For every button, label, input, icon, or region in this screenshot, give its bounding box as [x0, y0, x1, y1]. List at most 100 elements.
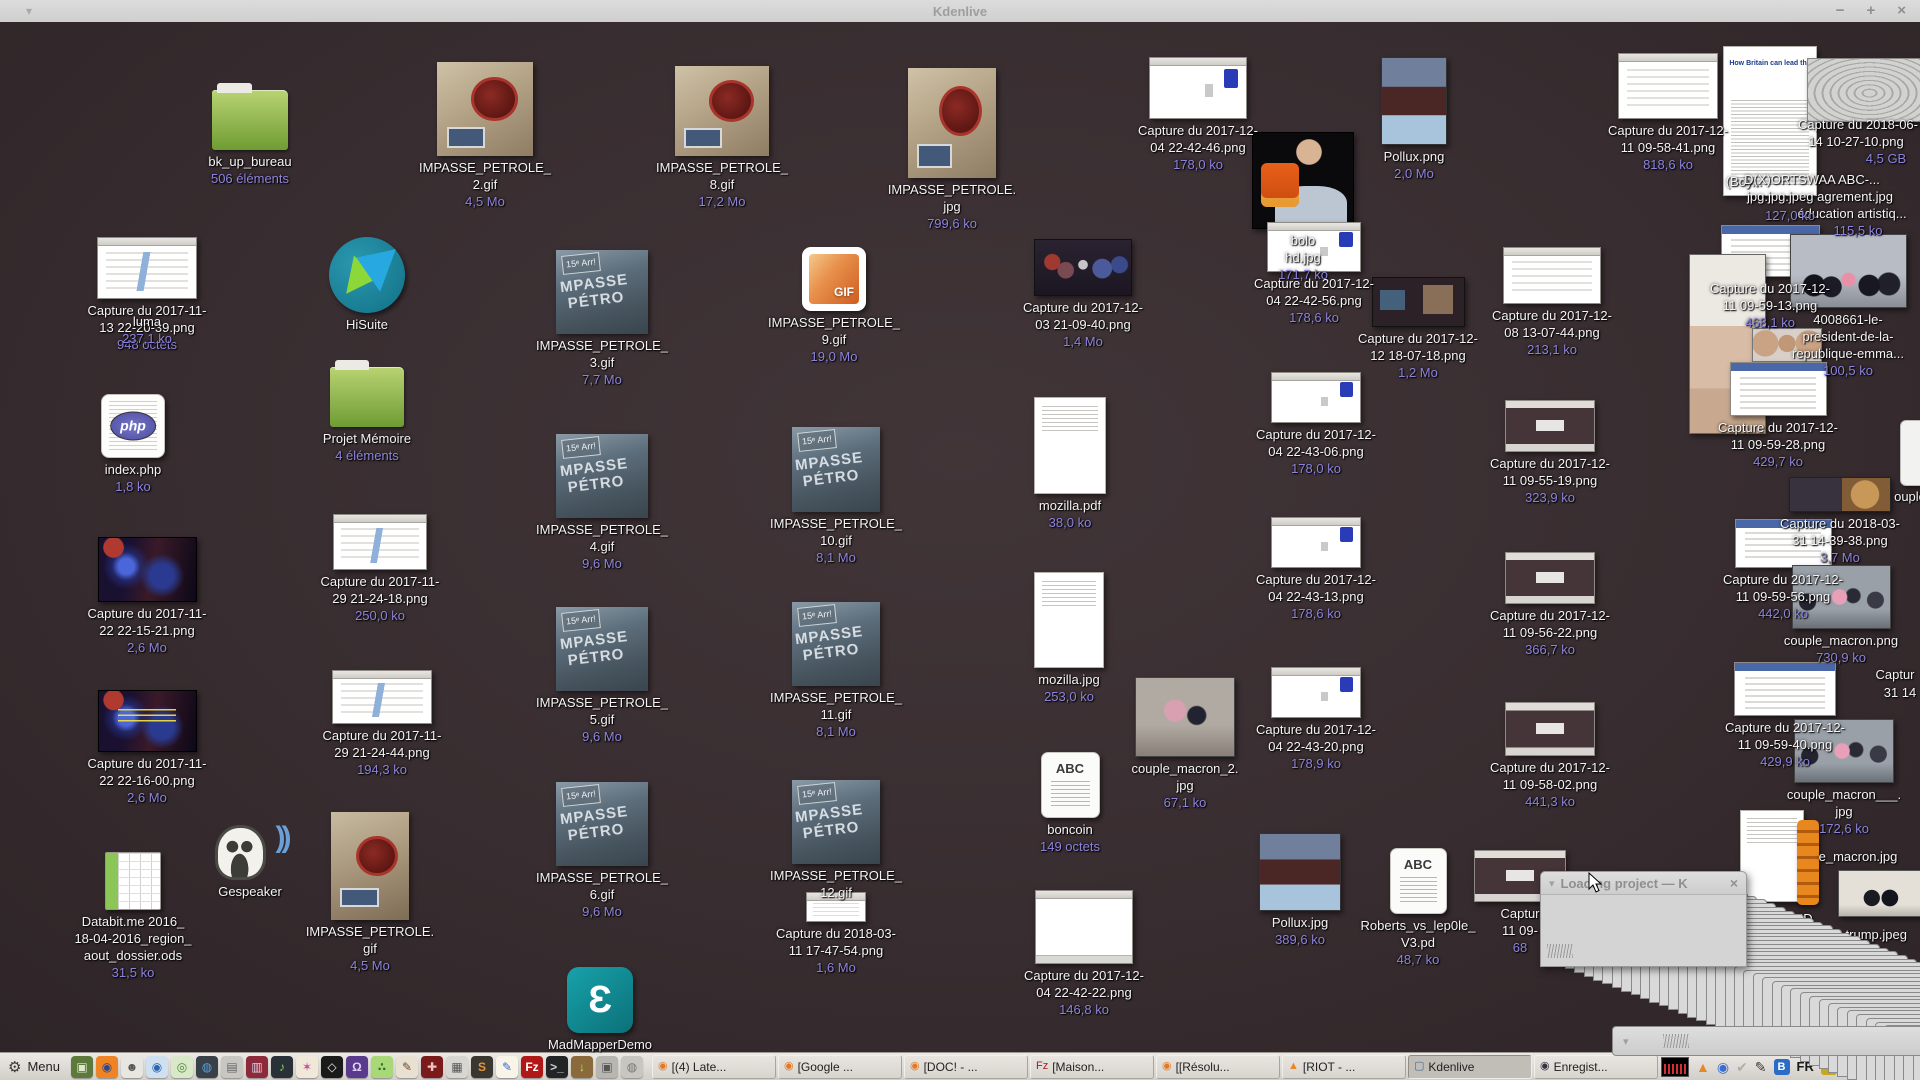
launcher-molecule-icon[interactable]: ∴ [371, 1056, 393, 1078]
desktop-icon-capture-2018-03-31-14-39-38[interactable]: Capture du 2018-03-31 14-39-38.png3,7 Mo [1765, 477, 1915, 566]
launcher-package-icon[interactable]: ↓ [571, 1056, 593, 1078]
impasse-petrole-gif-label: gif [295, 940, 445, 957]
update-check-icon[interactable]: ✔ [1736, 1060, 1748, 1074]
launcher-sublime-text-icon[interactable]: S [471, 1056, 493, 1078]
launcher-spiral-icon[interactable]: ◎ [171, 1056, 193, 1078]
shade-icon[interactable]: ▾ [26, 4, 32, 18]
desktop-icon-impasse-petrole-jpg[interactable]: IMPASSE_PETROLE.jpg799,6 ko [877, 68, 1027, 232]
desktop-icon-luma[interactable]: luma237,1 ko [72, 313, 222, 347]
launcher-music-icon[interactable]: ♪ [271, 1056, 293, 1078]
vlc-tray-icon[interactable]: ▲ [1696, 1060, 1710, 1074]
desktop-icon-mozilla-jpg[interactable]: mozilla.jpg253,0 ko [994, 572, 1144, 705]
menu-button[interactable]: ⚙ Menu [4, 1055, 68, 1078]
desktop-icon-index-php[interactable]: index.php1,8 ko [58, 394, 208, 495]
desktop-icon-macron-trump-jpeg[interactable] [1805, 870, 1920, 920]
impasse-petrole-8-gif-label: 8.gif [647, 176, 797, 193]
impasse-petrole-12-gif-label: 12.gif [761, 884, 911, 901]
taskbar-window-riot[interactable]: ▲[RIOT - ... [1282, 1055, 1406, 1079]
databit-ods-size: 31,5 ko [58, 964, 208, 981]
desktop-icon-capture-2018-03-11-17-47-54[interactable]: Capture du 2018-03-11 17-47-54.png1,6 Mo [761, 892, 911, 976]
launcher-filezilla-icon[interactable]: Fz [521, 1056, 543, 1078]
desktop-icon-impasse-petrole-12-gif[interactable]: IMPASSE_PETROLE_12.gif [761, 780, 911, 901]
launcher-colors-icon[interactable]: ✶ [296, 1056, 318, 1078]
desktop-icon-arena-image[interactable] [1789, 58, 1920, 125]
desktop-icon-capture-2017-12-04-22-43-13[interactable]: Capture du 2017-12-04 22-43-13.png178,6 … [1241, 517, 1391, 622]
taskbar-window-kdenlive[interactable]: ▢Kdenlive [1408, 1055, 1532, 1079]
hisuite-thumbnail [329, 237, 405, 313]
collapsed-dialog-shade-icon[interactable]: ▾ [1623, 1035, 1629, 1048]
dialog-shade-icon[interactable]: ▾ [1549, 877, 1555, 890]
luma-label: luma [72, 313, 222, 330]
launcher-globe2-icon[interactable]: ◍ [621, 1056, 643, 1078]
tablet-pen-icon[interactable]: ✎ [1755, 1060, 1767, 1074]
desktop-icon-capture-2017-12-11-09-59-40[interactable]: Capture du 2017-12-11 09-59-40.png429,9 … [1710, 662, 1860, 770]
desktop-icon-impasse-petrole-10-gif[interactable]: IMPASSE_PETROLE_10.gif8,1 Mo [761, 427, 911, 566]
maximize-button[interactable]: + [1866, 0, 1875, 22]
taskbar-window-doc[interactable]: ◉[DOC! - ... [904, 1055, 1028, 1079]
desktop-icon-bk-up-bureau[interactable]: bk_up_bureau506 éléments [175, 90, 325, 187]
dialog-close-button[interactable]: × [1730, 875, 1738, 891]
desktop-icon-impasse-petrole-11-gif[interactable]: IMPASSE_PETROLE_11.gif8,1 Mo [761, 602, 911, 740]
desktop-icon-impasse-petrole-6-gif[interactable]: IMPASSE_PETROLE_6.gif9,6 Mo [527, 782, 677, 920]
dialog-titlebar[interactable]: ▾ Loading project — K × [1541, 872, 1746, 895]
desktop-icon-capture-2017-11-29-21-24-44[interactable]: Capture du 2017-11-29 21-24-44.png194,3 … [307, 670, 457, 778]
launcher-terminal-icon[interactable]: >_ [546, 1056, 568, 1078]
desktop-icon-capture-2017-12-04-22-43-20[interactable]: Capture du 2017-12-04 22-43-20.png178,9 … [1241, 667, 1391, 772]
launcher-show-desktop-icon[interactable]: ▣ [71, 1056, 93, 1078]
desktop-icon-capture-2017-11-29-21-24-18[interactable]: Capture du 2017-11-29 21-24-18.png250,0 … [305, 514, 455, 624]
shield-icon[interactable]: ◉ [1717, 1060, 1729, 1074]
desktop-area[interactable]: ▾ Loading project — K × ▾ bk_up_bureau50… [0, 22, 1920, 1053]
launcher-stylus-icon[interactable]: ✎ [396, 1056, 418, 1078]
desktop-icon-projet-memoire[interactable]: Projet Mémoire4 éléments [292, 367, 442, 464]
desktop-icon-impasse-petrole-5-gif[interactable]: IMPASSE_PETROLE_5.gif9,6 Mo [527, 607, 677, 745]
taskbar-window-maison[interactable]: Fz[Maison... [1030, 1055, 1154, 1079]
launcher-archive-icon[interactable]: ▣ [596, 1056, 618, 1078]
minimize-button[interactable]: − [1836, 0, 1845, 22]
taskbar-window-enregist[interactable]: ◉Enregist... [1534, 1055, 1658, 1079]
desktop-icon-pollux-png[interactable]: Pollux.png2,0 Mo [1339, 57, 1489, 182]
desktop-icon-impasse-petrole-4-gif[interactable]: IMPASSE_PETROLE_4.gif9,6 Mo [527, 434, 677, 572]
launcher-drive-icon[interactable]: ▤ [221, 1056, 243, 1078]
desktop-icon-madmapper-demo[interactable]: MadMapperDemo [525, 967, 675, 1053]
launcher-eye-icon[interactable]: ◉ [146, 1056, 168, 1078]
desktop-icon-capture-2017-12-04-22-42-46[interactable]: Capture du 2017-12-04 22-42-46.png178,0 … [1123, 57, 1273, 173]
desktop-icon-capture-2017-11-22-22-15-21[interactable]: Capture du 2017-11-22 22-15-21.png2,6 Mo [72, 537, 222, 656]
collapsed-dialog-bar[interactable]: ▾ [1612, 1026, 1920, 1056]
close-button[interactable]: × [1897, 0, 1906, 22]
launcher-unity-icon[interactable]: ◇ [321, 1056, 343, 1078]
desktop-icon-capture-2017-11-22-22-16-00[interactable]: Capture du 2017-11-22 22-16-00.png2,6 Mo [72, 690, 222, 806]
desktop-icon-impasse-petrole-8-gif[interactable]: IMPASSE_PETROLE_8.gif17,2 Mo [647, 66, 797, 210]
desktop-icon-capture-2017-12-03-21-09-40[interactable]: Capture du 2017-12-03 21-09-40.png1,4 Mo [1008, 239, 1158, 350]
desktop-icon-impasse-petrole-9-gif[interactable]: IMPASSE_PETROLE_9.gif19,0 Mo [759, 247, 909, 365]
capture-2018-03-11-17-47-54-label: Capture du 2018-03- [761, 925, 911, 942]
capture-2017-12-11-09-59-56-size: 442,0 ko [1708, 605, 1858, 622]
capture-2017-12-11-09-56-22-size: 366,7 ko [1475, 641, 1625, 658]
launcher-gespeaker-icon[interactable]: ☻ [121, 1056, 143, 1078]
impasse-petrole-3-gif-label: 3.gif [527, 354, 677, 371]
launcher-firefox-icon[interactable]: ◉ [96, 1056, 118, 1078]
desktop-icon-capture-2017-12-08-13-07-44[interactable]: Capture du 2017-12-08 13-07-44.png213,1 … [1477, 247, 1627, 358]
desktop-icon-mozilla-pdf[interactable]: mozilla.pdf38,0 ko [995, 397, 1145, 531]
capture-2017-11-13-22-20-39-thumbnail [97, 237, 197, 299]
launcher-web-globe-icon[interactable]: ◍ [196, 1056, 218, 1078]
desktop-icon-capture-2017-12-04-22-42-22[interactable]: Capture du 2017-12-04 22-42-22.png146,8 … [1009, 890, 1159, 1018]
desktop-icon-capture-2017-12-11-09-55-19[interactable]: Capture du 2017-12-11 09-55-19.png323,9 … [1475, 400, 1625, 506]
taskbar-window-4late[interactable]: ◉[(4) Late... [652, 1055, 776, 1079]
loading-project-dialog[interactable]: ▾ Loading project — K × [1540, 871, 1747, 967]
bolo-hd-jpg-label: hd.jpg [1228, 249, 1378, 266]
launcher-audio-headset-icon[interactable]: Ω [346, 1056, 368, 1078]
launcher-calculator-icon[interactable]: ▦ [446, 1056, 468, 1078]
desktop-icon-impasse-petrole-3-gif[interactable]: IMPASSE_PETROLE_3.gif7,7 Mo [527, 250, 677, 388]
system-monitor-graph-icon[interactable] [1661, 1057, 1689, 1077]
desktop-icon-capture-2017-12-11-09-58-02[interactable]: Capture du 2017-12-11 09-58-02.png441,3 … [1475, 702, 1625, 810]
desktop-icon-capture-2017-12-04-22-43-06[interactable]: Capture du 2017-12-04 22-43-06.png178,0 … [1241, 372, 1391, 477]
launcher-red-tool-icon[interactable]: ✚ [421, 1056, 443, 1078]
desktop-icon-capture-2017-12-11-09-56-22[interactable]: Capture du 2017-12-11 09-56-22.png366,7 … [1475, 552, 1625, 658]
bluetooth-icon[interactable]: B [1774, 1059, 1790, 1075]
desktop-icon-impasse-petrole-2-gif[interactable]: IMPASSE_PETROLE_2.gif4,5 Mo [410, 62, 560, 210]
launcher-notes-icon[interactable]: ✎ [496, 1056, 518, 1078]
launcher-film-icon[interactable]: ▥ [246, 1056, 268, 1078]
desktop-icon-hisuite[interactable]: HiSuite [292, 237, 442, 333]
taskbar-window-google[interactable]: ◉[Google ... [778, 1055, 902, 1079]
taskbar-window-rsolu[interactable]: ◉[[Résolu... [1156, 1055, 1280, 1079]
